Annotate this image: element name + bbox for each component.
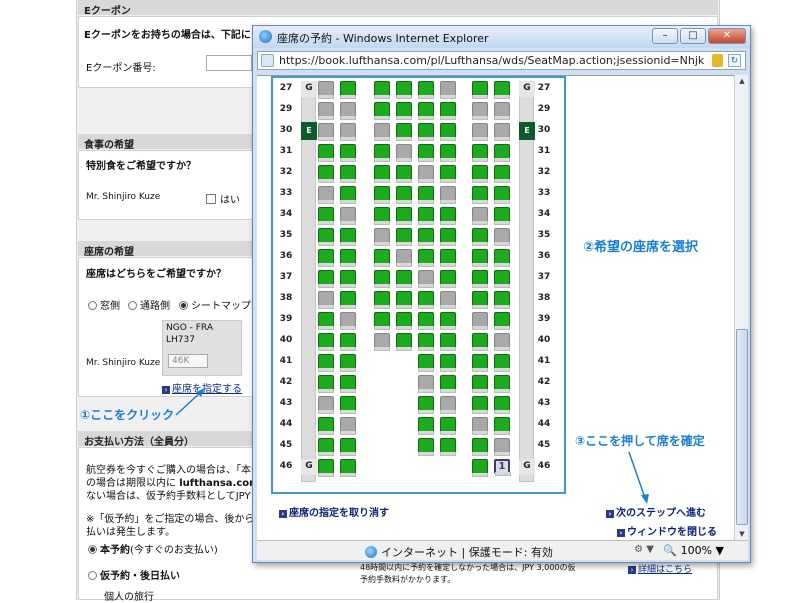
annotation-step3: ③ここを押して席を確定 bbox=[575, 434, 705, 448]
seat-option-window-label: 窓側 bbox=[100, 301, 120, 312]
security-zone-text: インターネット | 保護モード: 有効 bbox=[381, 546, 553, 559]
pay-option-2-label: 仮予約・後日払い bbox=[100, 571, 180, 582]
title-bar[interactable]: 座席の予約 - Windows Internet Explorer – □ ✕ bbox=[253, 26, 750, 48]
ie-logo-icon bbox=[259, 30, 272, 43]
seat-option-map[interactable]: シートマップ bbox=[179, 297, 251, 312]
annotation-arrow-1 bbox=[175, 388, 205, 416]
seat-question: 座席はどちらをご希望ですか？ bbox=[86, 269, 226, 280]
pay-option-3: 個人の旅行 bbox=[104, 592, 154, 603]
pay-option-1-sub: (今すぐのお支払い) bbox=[130, 545, 218, 556]
annotation-step2: ②希望の座席を選択 bbox=[583, 240, 699, 255]
address-bar[interactable]: https://book.lufthansa.com/pl/Lufthansa/… bbox=[257, 51, 746, 70]
seat-passenger: Mr. Shinjiro Kuze bbox=[86, 358, 161, 368]
minimize-button[interactable]: – bbox=[652, 28, 678, 44]
zoom-level: 100% bbox=[680, 544, 713, 557]
security-zone: インターネット | 保護モード: 有効 bbox=[365, 544, 553, 560]
status-bar: インターネット | 保護モード: 有効 ⚙ ▼ 🔍 100% ▼ bbox=[257, 540, 748, 560]
meal-checkbox[interactable] bbox=[206, 194, 216, 204]
tools-icon[interactable]: ⚙ ▼ bbox=[634, 544, 654, 555]
payment-note-2: 払いは発生します。 bbox=[86, 527, 175, 538]
pay-details-link-label: 詳細はこちら bbox=[638, 565, 693, 575]
pay-details-link[interactable]: › 詳細はこちら bbox=[628, 562, 692, 575]
seat-option-window[interactable]: 窓側 bbox=[88, 297, 120, 312]
payment-line-3: ない場合は、仮予約手数料としてJPY 3, bbox=[86, 491, 264, 502]
lock-icon[interactable] bbox=[712, 54, 723, 67]
maximize-button[interactable]: □ bbox=[680, 28, 706, 44]
pay-footer-2: 予約手数料がかかります。 bbox=[360, 575, 456, 584]
coupon-label: Eクーポン番号: bbox=[86, 63, 156, 74]
arrow-right-icon: › bbox=[279, 510, 287, 518]
pay-option-1-label: 本予約 bbox=[100, 545, 130, 556]
flight-route: NGO - FRA bbox=[166, 323, 213, 333]
next-step-label: 次のステップへ進む bbox=[616, 508, 706, 519]
radio-aisle[interactable] bbox=[128, 301, 137, 310]
ie-window: 座席の予約 - Windows Internet Explorer – □ ✕ … bbox=[252, 25, 751, 563]
arrow-right-icon: › bbox=[606, 510, 614, 518]
zoom-control[interactable]: 🔍 100% ▼ bbox=[663, 544, 724, 557]
arrow-right-icon: › bbox=[617, 529, 625, 537]
seat-option-aisle-label: 通路側 bbox=[140, 301, 170, 312]
seat-number-field[interactable]: 46K bbox=[168, 354, 208, 368]
coupon-input[interactable] bbox=[206, 55, 252, 71]
meal-yes-option[interactable]: はい bbox=[206, 191, 240, 206]
url-text[interactable]: https://book.lufthansa.com/pl/Lufthansa/… bbox=[279, 54, 704, 67]
flight-number: LH737 bbox=[166, 335, 195, 345]
scroll-thumb[interactable] bbox=[736, 329, 748, 525]
seat-option-map-label: シートマップ bbox=[191, 301, 251, 312]
meal-question: 特別食をご希望ですか？ bbox=[86, 161, 196, 172]
radio-pay-now[interactable] bbox=[88, 545, 97, 554]
vertical-scrollbar[interactable]: ▲ ▼ bbox=[734, 75, 748, 540]
window-title: 座席の予約 - Windows Internet Explorer bbox=[277, 32, 489, 45]
coupon-header: Eクーポン bbox=[78, 0, 718, 17]
next-step-link[interactable]: › 次のステップへ進む bbox=[606, 504, 706, 519]
annotation-arrow-3 bbox=[628, 451, 649, 504]
radio-seatmap[interactable] bbox=[179, 301, 188, 310]
cancel-seat-label: 座席の指定を取り消す bbox=[289, 508, 389, 519]
pay-footer-1: 48時間以内に予約を確定しなかった場合は、JPY 3,000の仮 bbox=[360, 563, 576, 572]
close-window-label: ウィンドウを閉じる bbox=[627, 527, 717, 538]
annotation-step1: ①ここをクリック bbox=[80, 408, 175, 422]
cancel-seat-link[interactable]: › 座席の指定を取り消す bbox=[279, 504, 389, 519]
annotation-box bbox=[271, 76, 566, 494]
meal-passenger: Mr. Shinjiro Kuze bbox=[86, 192, 161, 202]
refresh-icon[interactable]: ↻ bbox=[728, 54, 741, 67]
coupon-note: Eクーポンをお持ちの場合は、下記に bbox=[84, 30, 251, 41]
close-button[interactable]: ✕ bbox=[708, 28, 746, 44]
arrow-right-icon: › bbox=[628, 566, 636, 574]
pay-option-1[interactable]: 本予約(今すぐのお支払い) bbox=[88, 541, 218, 556]
zoom-icon: 🔍 bbox=[663, 544, 678, 557]
pay-option-2[interactable]: 仮予約・後日払い bbox=[88, 567, 180, 582]
radio-window[interactable] bbox=[88, 301, 97, 310]
meal-yes-label: はい bbox=[220, 195, 240, 206]
close-window-link[interactable]: › ウィンドウを閉じる bbox=[617, 523, 717, 538]
chevron-down-icon: ▼ bbox=[715, 544, 724, 557]
radio-pay-later[interactable] bbox=[88, 571, 97, 580]
scroll-up-icon[interactable]: ▲ bbox=[736, 75, 748, 87]
scroll-down-icon[interactable]: ▼ bbox=[736, 528, 748, 540]
globe-icon bbox=[365, 546, 377, 558]
seat-option-aisle[interactable]: 通路側 bbox=[128, 297, 170, 312]
page-icon bbox=[261, 54, 274, 67]
seatmap-content: 27 27 G G 29 29 30 30 E E 31 31 32 32 33 33 34 34 35 35 36 36… bbox=[257, 75, 734, 540]
arrow-right-icon: › bbox=[162, 386, 170, 394]
